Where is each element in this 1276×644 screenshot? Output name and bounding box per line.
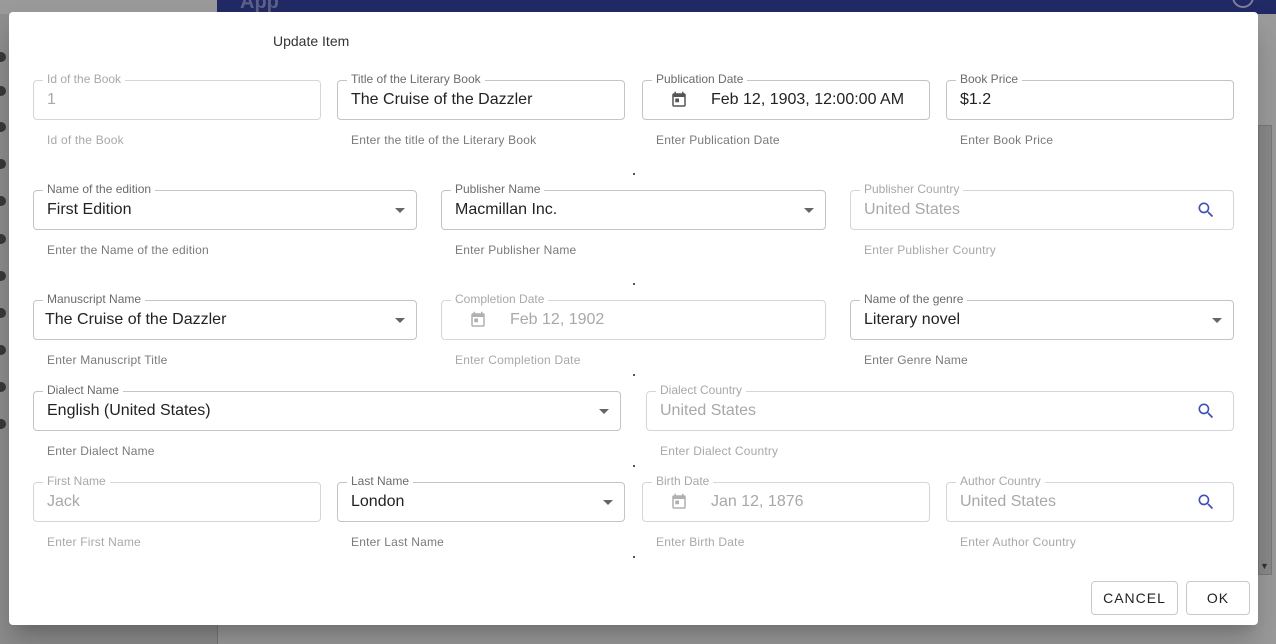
nav-icon [0, 86, 6, 96]
nav-icon [0, 234, 6, 244]
dropdown-arrow-icon[interactable] [599, 409, 609, 414]
field-hint: Enter the Name of the edition [47, 243, 209, 257]
field-value: Jack [47, 493, 80, 510]
book-id-field: Id of the Book 1 Id of the Book [33, 72, 321, 147]
divider-dot [633, 173, 635, 175]
field-label: Id of the Book [43, 72, 126, 86]
field-label: Book Price [956, 72, 1023, 86]
author-country-field: Author Country United States Enter Autho… [946, 474, 1234, 549]
calendar-icon [471, 311, 485, 327]
field-value: Literary novel [864, 311, 961, 328]
nav-icon [0, 382, 6, 392]
nav-icon [0, 308, 6, 318]
ok-button[interactable]: OK [1186, 581, 1250, 615]
field-label: Author Country [956, 474, 1045, 488]
scroll-down-icon: ▼ [1260, 561, 1269, 571]
publication-date-input[interactable]: Publication Date Feb 12, 1903, 12:00:00 … [642, 72, 930, 147]
field-label: First Name [43, 474, 110, 488]
field-value: First Edition [47, 201, 132, 218]
field-label: Completion Date [451, 292, 549, 306]
field-hint: Enter Publication Date [656, 133, 780, 147]
calendar-icon[interactable] [670, 90, 688, 110]
publisher-name-select[interactable]: Publisher Name Macmillan Inc. Enter Publ… [441, 182, 826, 257]
field-hint: Enter First Name [47, 535, 141, 549]
first-name-field: First Name Jack Enter First Name [33, 474, 321, 549]
field-hint: Enter Publisher Country [864, 243, 996, 257]
completion-date-field: Completion Date Feb 12, 1902 Enter Compl… [441, 292, 826, 367]
field-label: Last Name [347, 474, 414, 488]
nav-icon [0, 419, 6, 429]
field-value: Feb 12, 1902 [510, 311, 605, 328]
nav-icon [0, 271, 6, 281]
field-value: United States [960, 493, 1057, 510]
dialect-name-select[interactable]: Dialect Name English (United States) Ent… [33, 383, 621, 458]
field-label: Birth Date [652, 474, 714, 488]
field-hint: Enter Book Price [960, 133, 1054, 147]
field-value: United States [864, 201, 961, 218]
field-value[interactable]: $1.2 [960, 90, 991, 110]
field-hint: Enter Last Name [351, 535, 445, 549]
field-hint: Enter Manuscript Title [47, 353, 168, 367]
field-hint: Id of the Book [47, 133, 124, 147]
dropdown-arrow-icon[interactable] [603, 500, 613, 505]
dropdown-arrow-icon[interactable] [395, 318, 405, 323]
dropdown-arrow-icon[interactable] [804, 208, 814, 213]
field-hint: Enter Birth Date [656, 535, 745, 549]
field-value[interactable]: The Cruise of the Dazzler [351, 90, 532, 110]
field-label: Dialect Country [656, 383, 747, 397]
nav-icon [0, 345, 6, 355]
divider-dot [633, 465, 635, 467]
field-label: Publisher Country [860, 182, 964, 196]
birth-date-field: Birth Date Jan 12, 1876 Enter Birth Date [642, 474, 930, 549]
field-value: United States [660, 402, 757, 419]
field-hint: Enter Author Country [960, 535, 1077, 549]
field-label: Publication Date [652, 72, 748, 86]
field-value: The Cruise of the Dazzler [45, 311, 227, 328]
cancel-button[interactable]: CANCEL [1091, 581, 1178, 615]
field-label: Publisher Name [451, 182, 545, 196]
field-hint: Enter Genre Name [864, 353, 968, 367]
field-label: Title of the Literary Book [347, 72, 485, 86]
dialect-country-field: Dialect Country United States Enter Dial… [646, 383, 1234, 458]
calendar-icon [672, 493, 686, 509]
search-icon[interactable] [1196, 492, 1216, 512]
field-label: Name of the edition [43, 182, 156, 196]
edition-name-select[interactable]: Name of the edition First Edition Enter … [33, 182, 417, 257]
nav-icon [0, 196, 6, 206]
nav-icon [0, 52, 6, 62]
nav-icon [0, 122, 6, 132]
field-value: London [351, 493, 405, 510]
field-hint: Enter Dialect Name [47, 444, 155, 458]
field-label: Name of the genre [860, 292, 968, 306]
field-value: English (United States) [47, 402, 211, 419]
book-title-input[interactable]: Title of the Literary Book The Cruise of… [337, 72, 625, 147]
dropdown-arrow-icon[interactable] [395, 208, 405, 213]
divider-dot [633, 556, 635, 558]
field-value[interactable]: Feb 12, 1903, 12:00:00 AM [711, 90, 904, 110]
divider-dot [633, 374, 635, 376]
field-label: Dialect Name [43, 383, 124, 397]
field-value: Macmillan Inc. [455, 201, 558, 218]
dropdown-arrow-icon[interactable] [1212, 318, 1222, 323]
search-icon[interactable] [1196, 200, 1216, 220]
last-name-select[interactable]: Last Name London Enter Last Name [337, 474, 625, 549]
publisher-country-field: Publisher Country United States Enter Pu… [850, 182, 1234, 257]
nav-icon [0, 159, 6, 169]
field-label: Manuscript Name [43, 292, 146, 306]
field-value: Jan 12, 1876 [711, 493, 804, 510]
update-item-dialog: Update Item Id of the Book 1 Id of the B… [9, 12, 1258, 625]
field-hint: Enter Publisher Name [455, 243, 577, 257]
search-icon[interactable] [1196, 401, 1216, 421]
field-hint: Enter Completion Date [455, 353, 581, 367]
field-value: 1 [47, 91, 56, 108]
divider-dot [633, 283, 635, 285]
manuscript-name-select[interactable]: Manuscript Name The Cruise of the Dazzle… [33, 292, 417, 367]
background-scrollbar [1258, 125, 1272, 575]
field-hint: Enter Dialect Country [660, 444, 779, 458]
book-price-input[interactable]: Book Price $1.2 Enter Book Price [946, 72, 1234, 147]
genre-name-select[interactable]: Name of the genre Literary novel Enter G… [850, 292, 1234, 367]
dialog-title: Update Item [273, 33, 350, 49]
field-hint: Enter the title of the Literary Book [351, 133, 537, 147]
